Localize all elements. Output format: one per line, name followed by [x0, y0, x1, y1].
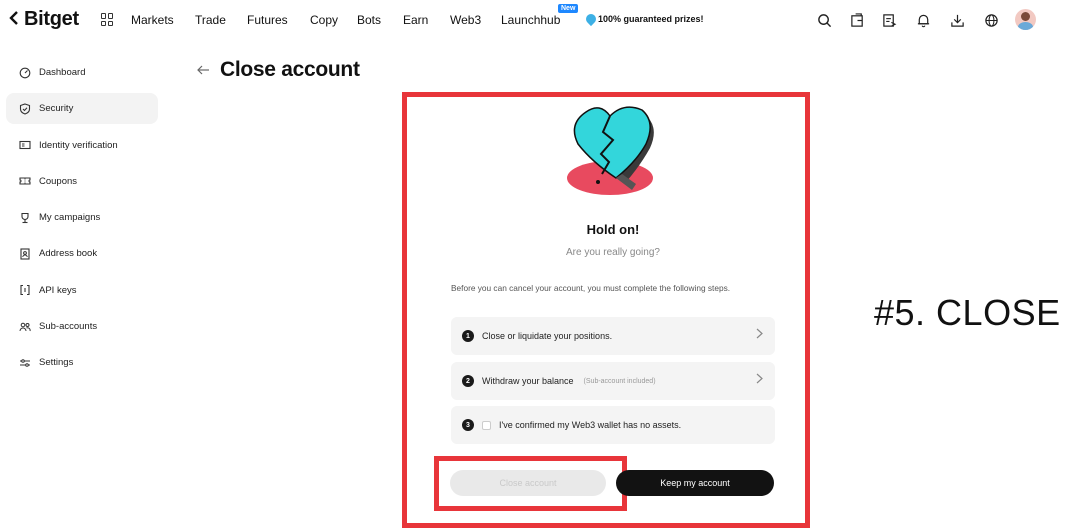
page-title: Close account [220, 58, 360, 81]
dialog-title: Hold on! [586, 222, 640, 237]
sidebar-item-identity-verification[interactable]: Identity verification [6, 130, 158, 161]
logo-text: Bitget [24, 8, 79, 30]
sidebar-item-coupons[interactable]: Coupons [6, 166, 158, 197]
dialog-intro: Before you can cancel your account, you … [451, 283, 731, 293]
nav-bots[interactable]: Bots [357, 13, 381, 27]
bitget-logo[interactable]: Bitget [8, 8, 79, 31]
wallet-icon[interactable] [848, 11, 866, 29]
search-icon[interactable] [815, 11, 833, 29]
download-icon[interactable] [948, 11, 966, 29]
globe-icon[interactable] [982, 11, 1000, 29]
bell-icon[interactable] [914, 11, 932, 29]
close-account-button[interactable]: Close account [450, 470, 606, 496]
step-confirm-web3-wallet: 3 I've confirmed my Web3 wallet has no a… [451, 406, 775, 444]
chevron-right-icon [756, 373, 763, 387]
dashboard-icon [19, 67, 31, 79]
sidebar-item-label: Security [39, 103, 74, 115]
sidebar-item-settings[interactable]: Settings [6, 347, 158, 378]
step-label: Close or liquidate your positions. [482, 331, 613, 341]
nav-launchhub[interactable]: Launchhub [501, 13, 560, 27]
promo-text: 100% guaranteed prizes! [598, 14, 704, 24]
web3-confirm-checkbox[interactable] [482, 420, 491, 430]
nav-copy[interactable]: Copy [310, 13, 338, 27]
keep-account-button[interactable]: Keep my account [616, 470, 774, 496]
step-withdraw-balance[interactable]: 2 Withdraw your balance (Sub-account inc… [451, 362, 775, 400]
sidebar-item-label: Coupons [39, 175, 78, 187]
nav-trade[interactable]: Trade [195, 13, 226, 27]
apps-grid-icon[interactable] [101, 13, 114, 26]
bitget-logo-mark-icon [8, 9, 22, 30]
step-label: I've confirmed my Web3 wallet has no ass… [499, 420, 682, 430]
sidebar-item-label: Identity verification [39, 139, 118, 151]
sidebar-item-sub-accounts[interactable]: Sub-accounts [6, 311, 158, 342]
sidebar-item-security[interactable]: Security [6, 93, 158, 125]
sidebar-item-label: Dashboard [39, 67, 86, 78]
nav-markets[interactable]: Markets [131, 13, 174, 27]
sliders-icon [19, 357, 31, 369]
promo-link[interactable]: 100% guaranteed prizes! [583, 11, 704, 27]
id-card-icon [19, 139, 31, 151]
sidebar-item-label: Settings [39, 357, 74, 369]
top-nav: Bitget Markets Trade Futures Copy Bots E… [0, 0, 1078, 40]
dialog-subtitle: Are you really going? [566, 247, 660, 258]
step-number: 1 [462, 330, 474, 342]
step-annotation: #5. CLOSE [874, 292, 1061, 333]
sidebar: Dashboard Security Identity verification… [6, 57, 158, 384]
back-arrow-icon[interactable] [197, 62, 210, 78]
step-close-positions[interactable]: 1 Close or liquidate your positions. [451, 317, 775, 355]
orders-icon[interactable] [880, 11, 898, 29]
chevron-right-icon [756, 328, 763, 342]
broken-heart-icon [567, 106, 654, 195]
nav-web3[interactable]: Web3 [450, 13, 481, 27]
sidebar-item-dashboard[interactable]: Dashboard [6, 57, 158, 88]
step-number: 2 [462, 375, 474, 387]
shield-icon [19, 103, 31, 115]
step-label: Withdraw your balance [482, 376, 574, 386]
new-badge: New [558, 4, 579, 13]
sidebar-item-api-keys[interactable]: API keys [6, 275, 158, 306]
coupon-icon [19, 175, 31, 187]
avatar[interactable] [1015, 9, 1036, 30]
api-icon [19, 284, 31, 296]
promo-drop-icon [583, 11, 599, 27]
step-note: (Sub-account included) [583, 377, 656, 385]
step-number: 3 [462, 419, 474, 431]
users-icon [19, 321, 31, 333]
sidebar-item-label: API keys [39, 284, 77, 296]
nav-futures[interactable]: Futures [247, 13, 288, 27]
nav-earn[interactable]: Earn [403, 13, 428, 27]
sidebar-item-label: Sub-accounts [39, 321, 98, 333]
